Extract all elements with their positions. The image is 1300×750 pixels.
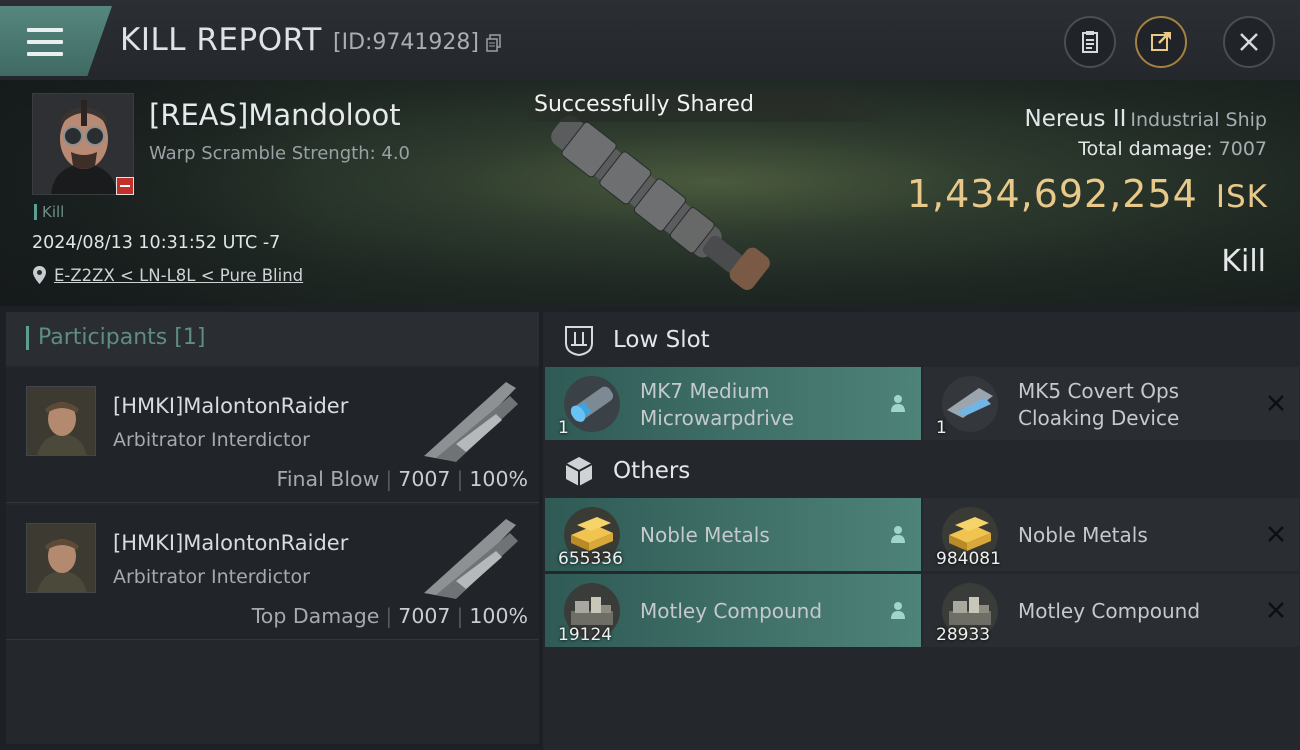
dropped-person-icon xyxy=(891,526,905,543)
ship-name-text: Nereus II xyxy=(1024,106,1127,132)
participant-name: [HMKI]MalontonRaider xyxy=(113,394,349,418)
cloaking-device-icon xyxy=(942,376,998,432)
dropped-person-icon xyxy=(891,602,905,619)
low-slot-title: Low Slot xyxy=(613,327,710,353)
items-panel: Low Slot 1 MK7 Medium Microwarpdrive 1 M… xyxy=(543,312,1300,750)
participant-stats: Final Blow | 7007 | 100% xyxy=(276,467,528,491)
item-noble-metals[interactable]: 984081 Noble Metals xyxy=(923,498,1299,571)
isk-unit: ISK xyxy=(1215,179,1268,215)
warp-scramble-strength: Warp Scramble Strength: 4.0 xyxy=(149,143,411,164)
isk-value: 1,434,692,254 ISK xyxy=(907,172,1268,216)
participant-percent: 100% xyxy=(469,467,528,491)
report-id: [ID:9741928] xyxy=(333,30,479,55)
total-damage-label: Total damage: xyxy=(1078,138,1213,160)
clipboard-button[interactable] xyxy=(1064,16,1116,68)
total-damage-value: 7007 xyxy=(1218,138,1267,160)
location-link[interactable]: E-Z2ZX < LN-L8L < Pure Blind xyxy=(54,266,303,285)
item-name: MK5 Covert Ops Cloaking Device xyxy=(1018,379,1180,430)
total-damage: Total damage: 7007 xyxy=(1078,138,1267,160)
destroyed-x-icon xyxy=(1268,395,1284,411)
participants-title: Participants [1] xyxy=(26,326,205,350)
kill-tag: Kill xyxy=(34,204,64,220)
destroyed-x-icon xyxy=(1268,526,1284,542)
victim-name[interactable]: [REAS]Mandoloot xyxy=(149,98,401,132)
item-noble-metals[interactable]: 655336 Noble Metals xyxy=(545,498,921,571)
participant-row[interactable]: [HMKI]MalontonRaider Arbitrator Interdic… xyxy=(6,368,539,503)
participants-count: [1] xyxy=(174,325,206,350)
isk-amount: 1,434,692,254 xyxy=(906,172,1198,216)
others-title: Others xyxy=(613,458,691,484)
header-bar: KILL REPORT [ID:9741928] xyxy=(0,0,1300,80)
item-mwd[interactable]: 1 MK7 Medium Microwarpdrive xyxy=(545,367,921,440)
participant-damage: 7007 xyxy=(398,467,451,491)
item-quantity: 1 xyxy=(936,418,947,438)
item-quantity: 28933 xyxy=(936,625,991,645)
copy-icon[interactable] xyxy=(486,34,502,52)
participant-portrait xyxy=(26,386,96,456)
participant-ship-icon xyxy=(424,519,518,599)
share-button[interactable] xyxy=(1135,16,1187,68)
participant-role: Final Blow xyxy=(276,467,380,491)
item-quantity: 1 xyxy=(558,418,569,438)
location-pin-icon xyxy=(33,266,46,284)
hamburger-icon xyxy=(27,28,63,56)
participants-panel: Participants [1] [HMKI]MalontonRaider Ar… xyxy=(6,312,539,744)
victim-ship-name[interactable]: Nereus II Industrial Ship xyxy=(1025,106,1268,132)
clipboard-icon xyxy=(1082,31,1098,53)
item-quantity: 19124 xyxy=(558,625,613,645)
participant-ship: Arbitrator Interdictor xyxy=(113,566,310,588)
others-header: Others xyxy=(543,445,1300,499)
kill-report-window: KILL REPORT [ID:9741928] [REAS]Mandoloot… xyxy=(0,0,1300,750)
participant-name: [HMKI]MalontonRaider xyxy=(113,531,349,555)
destroyed-x-icon xyxy=(1268,602,1284,618)
ship-class: Industrial Ship xyxy=(1130,109,1267,131)
page-title: KILL REPORT xyxy=(120,22,322,58)
kill-summary-banner: [REAS]Mandoloot Warp Scramble Strength: … xyxy=(0,80,1300,306)
share-icon xyxy=(1151,32,1171,51)
item-quantity: 655336 xyxy=(558,549,623,569)
participant-ship: Arbitrator Interdictor xyxy=(113,429,310,451)
microwarpdrive-icon xyxy=(564,376,620,432)
participant-ship-icon xyxy=(424,382,518,462)
item-motley-compound[interactable]: 19124 Motley Compound xyxy=(545,574,921,647)
participant-stats: Top Damage | 7007 | 100% xyxy=(251,604,528,628)
cargo-box-icon xyxy=(565,457,593,486)
close-icon xyxy=(1240,33,1258,51)
kill-datetime: 2024/08/13 10:31:52 UTC -7 xyxy=(32,233,281,253)
low-slot-icon xyxy=(565,326,593,357)
loss-badge-icon xyxy=(116,177,134,195)
item-name: MK7 Medium Microwarpdrive xyxy=(640,379,794,430)
item-name: Noble Metals xyxy=(1018,523,1148,547)
shared-toast-text: Successfully Shared xyxy=(534,92,754,117)
item-motley-compound[interactable]: 28933 Motley Compound xyxy=(923,574,1299,647)
item-name: Motley Compound xyxy=(1018,599,1201,623)
dropped-person-icon xyxy=(891,395,905,412)
item-cloak[interactable]: 1 MK5 Covert Ops Cloaking Device xyxy=(923,367,1299,440)
victim-ship-image xyxy=(551,115,770,290)
item-name: Noble Metals xyxy=(640,523,770,547)
shared-toast: Successfully Shared xyxy=(520,92,900,122)
item-quantity: 984081 xyxy=(936,549,1001,569)
result-label: Kill xyxy=(1221,244,1266,279)
participant-percent: 100% xyxy=(469,604,528,628)
low-slot-header: Low Slot xyxy=(543,314,1300,368)
participant-role: Top Damage xyxy=(251,604,380,628)
participant-portrait xyxy=(26,523,96,593)
participants-header: Participants [1] xyxy=(6,312,539,366)
participant-row[interactable]: [HMKI]MalontonRaider Arbitrator Interdic… xyxy=(6,505,539,640)
item-name: Motley Compound xyxy=(640,599,823,623)
close-button[interactable] xyxy=(1223,16,1275,68)
menu-button[interactable] xyxy=(0,6,112,76)
participant-damage: 7007 xyxy=(398,604,451,628)
